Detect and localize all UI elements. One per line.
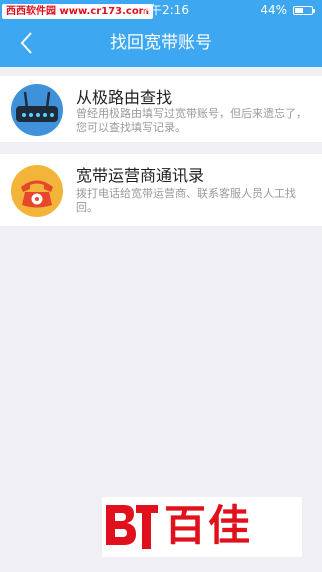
- option-title: 从极路由查找: [76, 88, 173, 107]
- top-bar: 西西软件园 www.cr173.com 下午2:16 44% 找回宽带账号: [0, 0, 322, 67]
- option-description: 拨打电话给宽带运营商、联系客服人员人工找回。: [76, 187, 296, 214]
- logo-text: 百佳: [164, 501, 253, 550]
- logo-mark-icon: [106, 505, 158, 549]
- router-icon: [11, 84, 63, 136]
- site-logo: 百佳: [102, 497, 302, 557]
- telephone-icon: [11, 165, 63, 217]
- status-bar: 西西软件园 www.cr173.com 下午2:16 44%: [0, 0, 322, 20]
- option-find-from-router[interactable]: 从极路由查找 曾经用极路由填写过宽带账号，但后来遗忘了，您可以查找填写记录。: [0, 76, 322, 142]
- battery-percentage: 44%: [260, 3, 287, 17]
- status-time: 下午2:16: [138, 3, 189, 17]
- option-title: 宽带运营商通讯录: [76, 166, 205, 185]
- option-isp-contacts[interactable]: 宽带运营商通讯录 拨打电话给宽带运营商、联系客服人员人工找回。: [0, 154, 322, 226]
- page-title: 找回宽带账号: [110, 33, 212, 53]
- battery-icon: [293, 6, 315, 15]
- option-description: 曾经用极路由填写过宽带账号，但后来遗忘了，您可以查找填写记录。: [76, 107, 307, 134]
- watermark-label: 西西软件园 www.cr173.com: [2, 4, 154, 19]
